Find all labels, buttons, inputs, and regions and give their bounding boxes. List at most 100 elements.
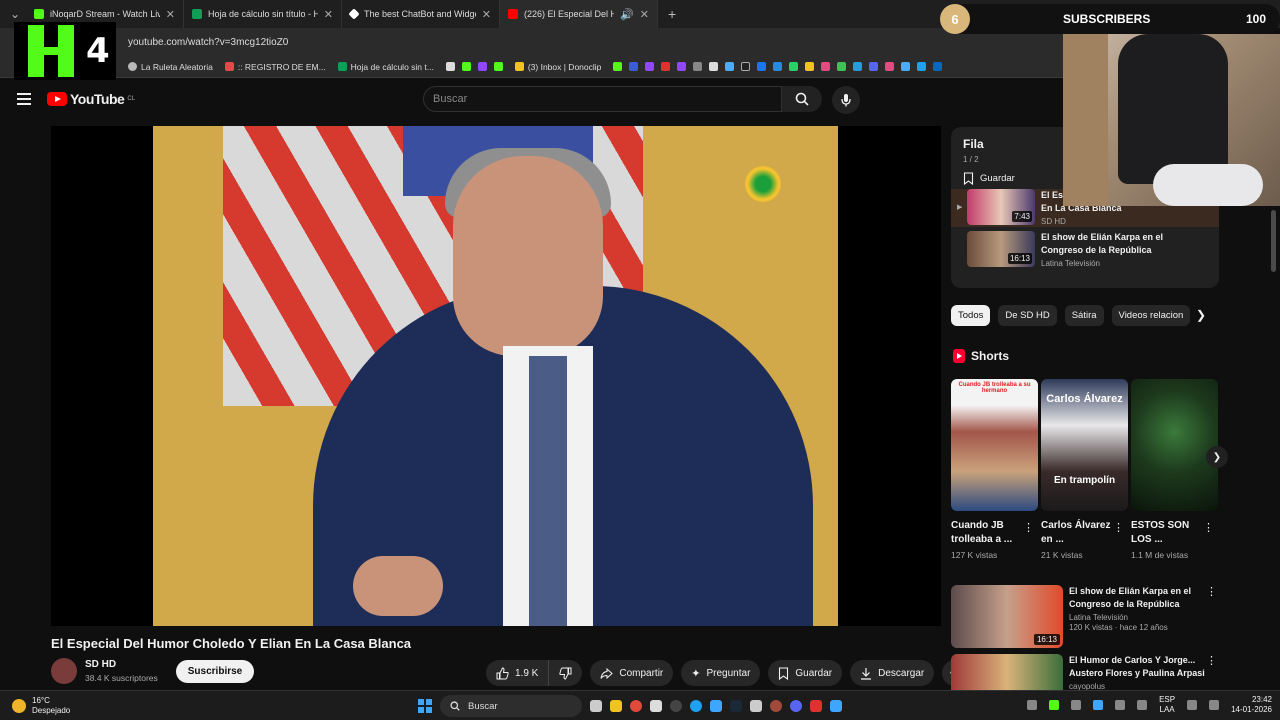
app-icon[interactable] <box>830 700 842 712</box>
chevron-right-icon[interactable]: ❯ <box>1196 308 1206 322</box>
chip-videos-relacionados[interactable]: Videos relacion <box>1111 305 1191 326</box>
weather-widget[interactable]: 16°C Despejado <box>12 696 70 716</box>
menu-icon[interactable] <box>17 93 31 105</box>
app-icon[interactable] <box>770 700 782 712</box>
app-icon[interactable] <box>650 700 662 712</box>
short-card[interactable]: Carlos Álvarez En trampolín Carlos Álvar… <box>1041 379 1128 560</box>
bookmark-icon[interactable] <box>757 62 767 71</box>
bookmark-icon[interactable] <box>837 62 847 71</box>
more-vertical-icon[interactable]: ⋮ <box>1203 521 1214 534</box>
discord-icon[interactable] <box>790 700 802 712</box>
task-view-icon[interactable] <box>590 700 602 712</box>
taskbar-search[interactable]: Buscar <box>440 695 582 717</box>
share-button[interactable]: Compartir <box>590 660 674 686</box>
tray-icon[interactable] <box>1049 700 1060 710</box>
edge-icon[interactable] <box>690 700 702 712</box>
microphone-icon[interactable] <box>1137 700 1148 710</box>
tab-youtube[interactable]: (226) El Especial Del Humor 🔊 ✕ <box>500 0 658 28</box>
bookmark-icon[interactable] <box>613 62 623 71</box>
bookmark-icon[interactable] <box>693 62 703 71</box>
more-vertical-icon[interactable]: ⋮ <box>1113 521 1124 534</box>
app-icon[interactable] <box>810 700 822 712</box>
video-title: El Especial Del Humor Choledo Y Elian En… <box>51 636 412 651</box>
address-bar[interactable]: youtube.com/watch?v=3mcg12tioZ0 <box>0 28 1065 56</box>
tray-icon[interactable] <box>1027 700 1038 710</box>
bookmark-icon[interactable] <box>933 62 943 71</box>
bookmark-icon[interactable] <box>853 62 863 71</box>
bookmark-icon[interactable] <box>461 62 471 71</box>
close-tab-icon[interactable]: ✕ <box>482 8 491 21</box>
store-icon[interactable] <box>710 700 722 712</box>
tray-icon[interactable] <box>1115 700 1126 710</box>
bookmark-icon[interactable] <box>493 62 503 71</box>
subscribe-button[interactable]: Suscribirse <box>175 659 255 683</box>
app-icon[interactable] <box>750 700 762 712</box>
close-tab-icon[interactable]: ✕ <box>166 8 175 21</box>
channel-avatar[interactable] <box>51 658 77 684</box>
speaker-icon[interactable]: 🔊 <box>620 8 634 21</box>
chip-de-sd-hd[interactable]: De SD HD <box>998 305 1057 326</box>
search-input[interactable]: Buscar <box>423 86 782 112</box>
bookmark-icon[interactable] <box>917 62 927 71</box>
bookmark-icon[interactable] <box>805 62 815 71</box>
tab-chatbot[interactable]: The best ChatBot and Widgets ✕ <box>342 0 500 28</box>
tab-sheets[interactable]: Hoja de cálculo sin título - Hoja ✕ <box>184 0 342 28</box>
dislike-button[interactable] <box>548 660 583 686</box>
steam-icon[interactable] <box>730 700 742 712</box>
bookmark-icon[interactable] <box>645 62 655 71</box>
wifi-icon[interactable] <box>1187 700 1198 710</box>
new-tab-icon[interactable]: + <box>668 6 676 22</box>
download-button[interactable]: Descargar <box>850 660 935 686</box>
youtube-logo[interactable]: YouTube CL <box>47 91 135 107</box>
language-indicator[interactable]: ESP LAA <box>1159 695 1175 715</box>
chip-satira[interactable]: Sátira <box>1064 305 1104 326</box>
more-vertical-icon[interactable]: ⋮ <box>1206 654 1217 667</box>
bookmark-icon[interactable] <box>901 62 911 71</box>
more-vertical-icon[interactable]: ⋮ <box>1023 521 1034 534</box>
bookmark-icon[interactable] <box>677 62 687 71</box>
chip-todos[interactable]: Todos <box>951 305 991 326</box>
bookmark-registro[interactable]: :: REGISTRO DE EM... <box>224 62 326 72</box>
tray-icon[interactable] <box>1093 700 1104 710</box>
url-text[interactable]: youtube.com/watch?v=3mcg12tioZ0 <box>128 37 288 48</box>
bookmark-ruleta[interactable]: La Ruleta Aleatoria <box>128 62 213 72</box>
bookmark-icon[interactable] <box>477 62 487 71</box>
tray-icon[interactable] <box>1071 700 1082 710</box>
close-tab-icon[interactable]: ✕ <box>640 8 649 21</box>
shorts-next-button[interactable]: ❯ <box>1206 446 1228 468</box>
scrollbar-thumb[interactable] <box>1271 210 1276 272</box>
voice-search-button[interactable] <box>832 86 860 114</box>
bookmark-icon[interactable] <box>773 62 783 71</box>
clock[interactable]: 23:42 14-01-2026 <box>1231 695 1272 715</box>
bookmark-icon[interactable] <box>821 62 831 71</box>
bookmark-icon[interactable] <box>725 62 735 71</box>
bookmark-icon[interactable] <box>661 62 671 71</box>
more-vertical-icon[interactable]: ⋮ <box>1206 585 1217 598</box>
bookmark-icon[interactable] <box>741 62 751 71</box>
bookmark-icon[interactable] <box>709 62 719 71</box>
close-tab-icon[interactable]: ✕ <box>324 8 333 21</box>
bookmark-icon[interactable] <box>629 62 639 71</box>
search-button[interactable] <box>782 86 822 112</box>
bookmark-hoja[interactable]: Hoja de cálculo sin t... <box>337 62 434 72</box>
volume-icon[interactable] <box>1209 700 1220 710</box>
video-player[interactable] <box>51 126 941 626</box>
chrome-icon[interactable] <box>630 700 642 712</box>
bookmark-icon[interactable] <box>885 62 895 71</box>
related-video[interactable]: El Humor de Carlos Y Jorge... Austero Fl… <box>951 654 1219 690</box>
bookmark-inbox[interactable]: (3) Inbox | Donoclip <box>514 62 601 72</box>
queue-item[interactable]: 16:13 El show de Elián Karpa en el Congr… <box>951 231 1219 269</box>
bookmark-icon[interactable] <box>445 62 455 71</box>
short-card[interactable]: Cuando JB trolleaba a su hermano Cuando … <box>951 379 1038 560</box>
file-explorer-icon[interactable] <box>610 700 622 712</box>
bookmark-icon[interactable] <box>869 62 879 71</box>
bookmark-icon[interactable] <box>789 62 799 71</box>
obs-icon[interactable] <box>670 700 682 712</box>
save-button[interactable]: Guardar <box>768 660 843 686</box>
windows-start-icon[interactable] <box>418 699 432 713</box>
channel-name[interactable]: SD HD <box>85 659 158 670</box>
like-button[interactable]: 1.9 K <box>486 660 549 686</box>
related-video[interactable]: 16:13 El show de Elián Karpa en el Congr… <box>951 585 1219 648</box>
ask-button[interactable]: ✦ Preguntar <box>681 660 761 686</box>
short-card[interactable]: ESTOS SON LOS ... 1.1 M de vistas ⋮ <box>1131 379 1218 560</box>
